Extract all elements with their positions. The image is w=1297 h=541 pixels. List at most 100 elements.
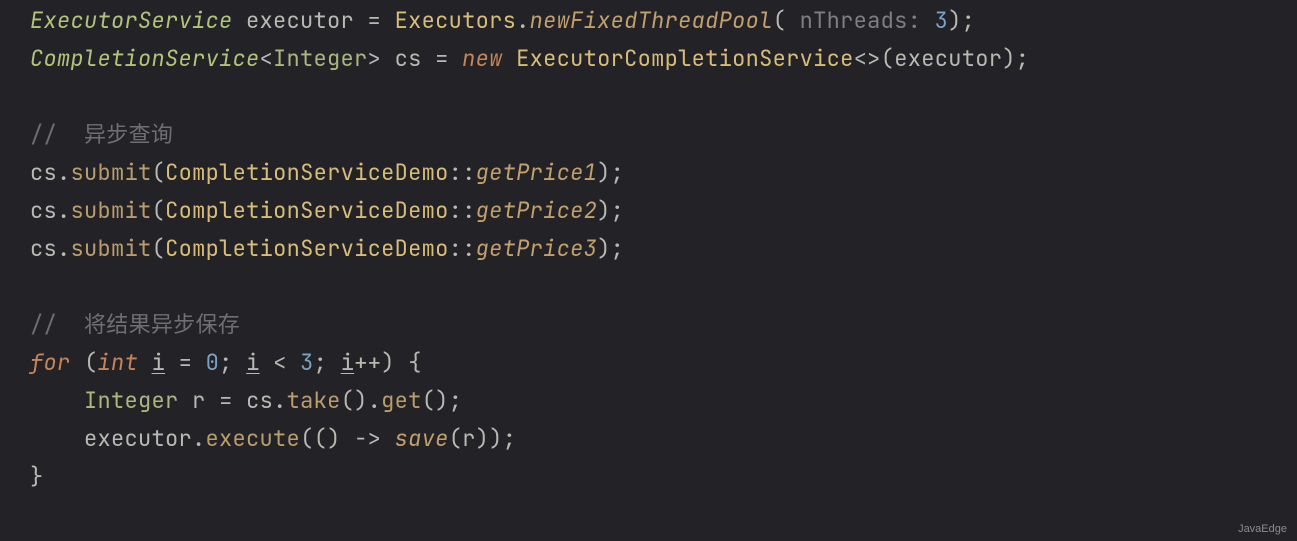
- code-line-submit-3: cs.submit(CompletionServiceDemo::getPric…: [30, 234, 624, 263]
- paren-token: (: [152, 196, 166, 225]
- class-token: CompletionServiceDemo: [165, 158, 449, 187]
- semicolon-token: ;: [449, 386, 463, 415]
- diamond-token: <>: [854, 44, 881, 73]
- static-method-token: save: [395, 424, 449, 453]
- watermark-label: JavaEdge: [1238, 523, 1287, 535]
- paren-token: (: [152, 234, 166, 263]
- comment-line: // 将结果异步保存: [30, 310, 240, 339]
- identifier-token: i: [152, 348, 166, 377]
- identifier-token: cs: [30, 234, 57, 263]
- code-line-for: for (int i = 0; i < 3; i++) {: [30, 348, 422, 377]
- operator-token: <: [260, 348, 301, 377]
- code-editor[interactable]: ExecutorService executor = Executors.new…: [0, 0, 1297, 496]
- identifier-token: cs: [30, 158, 57, 187]
- semicolon-token: ;: [611, 158, 625, 187]
- dot-token: .: [57, 196, 71, 225]
- paren-token: (: [881, 44, 895, 73]
- semicolon-token: ;: [503, 424, 517, 453]
- method-token: submit: [71, 196, 152, 225]
- operator-token: =: [165, 348, 206, 377]
- paren-token: ): [597, 196, 611, 225]
- method-token: submit: [71, 158, 152, 187]
- type-token: ExecutorService: [30, 6, 233, 35]
- method-token: submit: [71, 234, 152, 263]
- method-token: get: [381, 386, 422, 415]
- semicolon-token: ;: [219, 348, 246, 377]
- identifier-token: i: [341, 348, 355, 377]
- identifier-token: i: [246, 348, 260, 377]
- paren-token: ): [948, 6, 962, 35]
- identifier-token: r: [192, 386, 206, 415]
- code-line-submit-1: cs.submit(CompletionServiceDemo::getPric…: [30, 158, 624, 187]
- method-token: execute: [206, 424, 301, 453]
- semicolon-token: ;: [611, 196, 625, 225]
- paren-token: ): [489, 424, 503, 453]
- dot-token: .: [273, 386, 287, 415]
- arrow-token: ->: [341, 424, 395, 453]
- generic-type-token: Integer: [273, 44, 368, 73]
- static-method-token: getPrice2: [476, 196, 598, 225]
- paren-token: ): [597, 234, 611, 263]
- dot-token: .: [57, 234, 71, 263]
- parameter-hint: nThreads:: [786, 6, 935, 35]
- static-method-token: getPrice1: [476, 158, 598, 187]
- identifier-token: r: [462, 424, 476, 453]
- dot-token: .: [516, 6, 530, 35]
- identifier-token: executor: [894, 44, 1002, 73]
- dot-token: .: [192, 424, 206, 453]
- number-token: 3: [300, 348, 314, 377]
- method-token: take: [287, 386, 341, 415]
- angle-token: <: [260, 44, 274, 73]
- method-ref-token: ::: [449, 196, 476, 225]
- class-token: Executors: [395, 6, 517, 35]
- code-line-submit-2: cs.submit(CompletionServiceDemo::getPric…: [30, 196, 624, 225]
- code-line-body-2: executor.execute(() -> save(r));: [30, 424, 516, 453]
- paren-token: (: [152, 158, 166, 187]
- operator-token: =: [422, 44, 463, 73]
- keyword-token: int: [98, 348, 139, 377]
- dot-token: .: [368, 386, 382, 415]
- lambda-params-token: (): [314, 424, 341, 453]
- code-line-1: ExecutorService executor = Executors.new…: [30, 6, 975, 35]
- number-token: 0: [206, 348, 220, 377]
- identifier-token: cs: [395, 44, 422, 73]
- keyword-token: new: [462, 44, 503, 73]
- comment-line: // 异步查询: [30, 120, 173, 149]
- class-token: ExecutorCompletionService: [516, 44, 854, 73]
- number-token: 3: [935, 6, 949, 35]
- code-line-body-1: Integer r = cs.take().get();: [30, 386, 462, 415]
- static-method-token: newFixedThreadPool: [530, 6, 773, 35]
- identifier-token: executor: [246, 6, 354, 35]
- angle-token: >: [368, 44, 382, 73]
- semicolon-token: ;: [1016, 44, 1030, 73]
- paren-token: (): [341, 386, 368, 415]
- method-ref-token: ::: [449, 158, 476, 187]
- class-token: CompletionServiceDemo: [165, 234, 449, 263]
- type-token: Integer: [84, 386, 179, 415]
- brace-token: {: [408, 348, 422, 377]
- class-token: CompletionServiceDemo: [165, 196, 449, 225]
- static-method-token: getPrice3: [476, 234, 598, 263]
- operator-token: =: [354, 6, 395, 35]
- operator-token: =: [206, 386, 247, 415]
- paren-token: ): [597, 158, 611, 187]
- semicolon-token: ;: [611, 234, 625, 263]
- paren-token: ): [381, 348, 408, 377]
- semicolon-token: ;: [962, 6, 976, 35]
- semicolon-token: ;: [314, 348, 341, 377]
- paren-token: ): [1002, 44, 1016, 73]
- operator-token: ++: [354, 348, 381, 377]
- identifier-token: executor: [84, 424, 192, 453]
- dot-token: .: [57, 158, 71, 187]
- paren-token: (): [422, 386, 449, 415]
- method-ref-token: ::: [449, 234, 476, 263]
- paren-token: (: [773, 6, 787, 35]
- keyword-token: for: [30, 348, 71, 377]
- identifier-token: cs: [30, 196, 57, 225]
- type-token: CompletionService: [30, 44, 260, 73]
- paren-token: (: [300, 424, 314, 453]
- paren-token: (: [71, 348, 98, 377]
- paren-token: (: [449, 424, 463, 453]
- code-line-2: CompletionService<Integer> cs = new Exec…: [30, 44, 1029, 73]
- identifier-token: cs: [246, 386, 273, 415]
